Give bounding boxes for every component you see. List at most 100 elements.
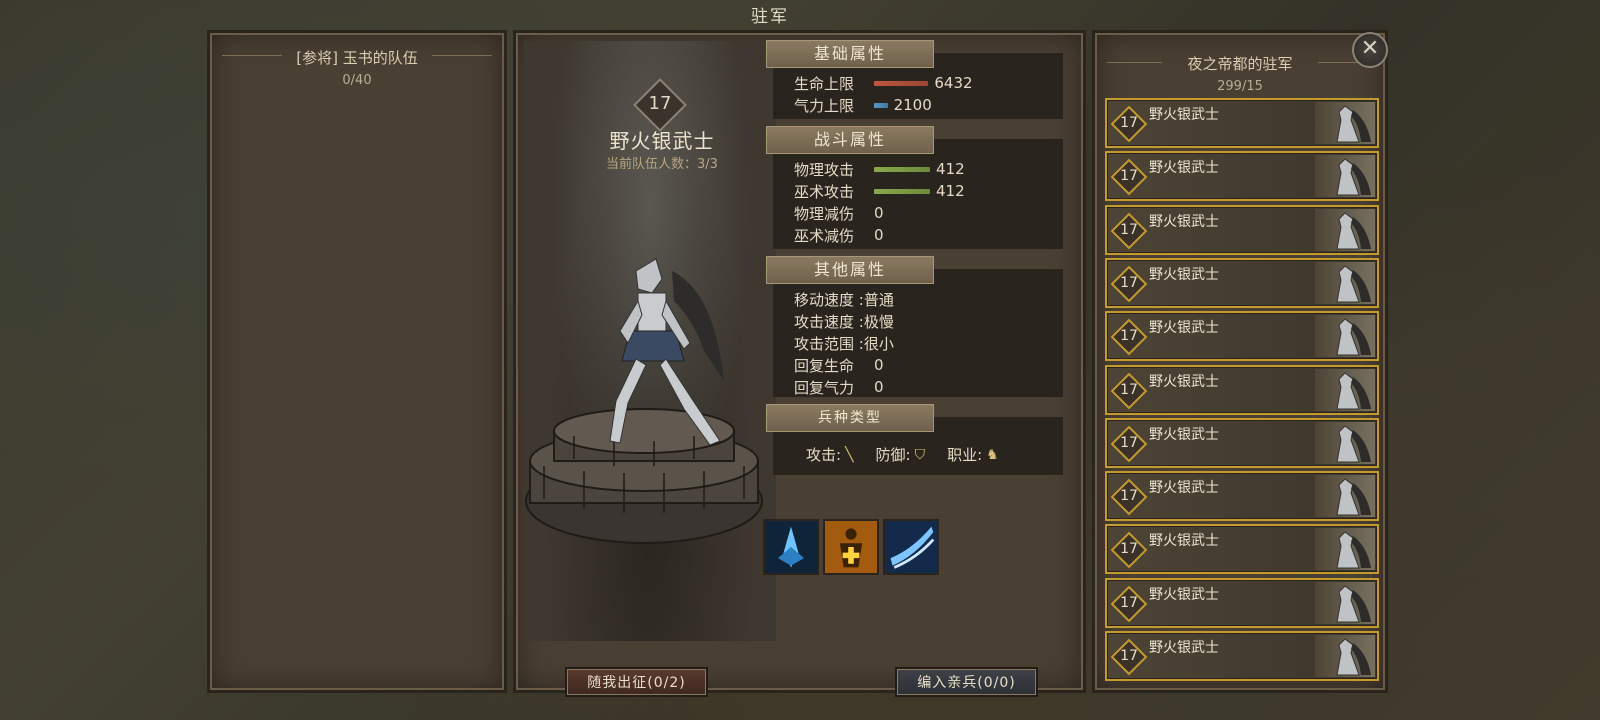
card-level: 17: [1120, 381, 1138, 398]
magic-atk-bar: [874, 188, 930, 194]
card-level: 17: [1120, 594, 1138, 611]
slash-icon[interactable]: [883, 519, 939, 575]
card-level: 17: [1120, 168, 1138, 185]
regen-hp-label: 回复生命: [794, 356, 855, 375]
card-level: 17: [1120, 541, 1138, 558]
magic-atk-value: 412: [936, 182, 965, 200]
regen-hp-row: 回复生命 0: [794, 354, 884, 376]
card-name: 野火银武士: [1149, 266, 1219, 283]
garrison-unit-card[interactable]: 17 野火银武士: [1105, 311, 1379, 362]
garrison-unit-card[interactable]: 17 野火银武士: [1105, 524, 1379, 575]
card-level: 17: [1120, 488, 1138, 505]
energy-label: 气力上限: [794, 96, 855, 115]
card-name: 野火银武士: [1149, 107, 1219, 123]
garrison-title: 夜之帝都的驻军: [1187, 55, 1293, 73]
attack-range-row: 攻击范围 :很小: [794, 334, 894, 353]
other-stats-block: 其他属性 移动速度 :普通 攻击速度 :极慢 攻击范围 :很小 回复生命 0 回…: [766, 256, 1063, 398]
card-name: 野火银武士: [1149, 480, 1219, 497]
window-title: 驻军: [751, 7, 789, 27]
phys-atk-row: 物理攻击 412: [794, 158, 965, 180]
attack-speed-row: 攻击速度 :极慢: [794, 312, 894, 331]
unit-detail-panel: 17 野火银武士 当前队伍人数：3/3 基础属性 生命上限 6432 气力上限 …: [513, 30, 1086, 697]
squad-title: [参将] 玉书的队伍: [296, 49, 418, 67]
card-name: 野火银武士: [1149, 533, 1219, 550]
card-level: 17: [1120, 115, 1138, 131]
garrison-unit-card[interactable]: 17 野火银武士: [1105, 98, 1379, 148]
defense-type-label: 防御:: [875, 446, 911, 464]
phys-def-row: 物理减伤 0: [794, 202, 884, 224]
close-button[interactable]: ✕: [1352, 32, 1388, 68]
card-name: 野火银武士: [1149, 426, 1219, 443]
ice-spike-icon[interactable]: [763, 519, 819, 575]
regen-energy-row: 回复气力 0: [794, 376, 884, 398]
card-level: 17: [1120, 648, 1138, 664]
garrison-unit-card[interactable]: 17 野火银武士: [1105, 417, 1379, 468]
attack-type-label: 攻击:: [806, 446, 842, 464]
card-level: 17: [1120, 221, 1138, 238]
combat-stats-block: 战斗属性 物理攻击 412 巫术攻击 412 物理减伤 0 巫术减伤 0: [766, 126, 1063, 249]
garrison-unit-card[interactable]: 17 野火银武士: [1105, 364, 1379, 415]
unit-portrait: [1315, 368, 1375, 411]
magic-def-row: 巫术减伤 0: [794, 224, 884, 246]
tab-basic-stats: 基础属性: [766, 40, 934, 68]
unit-portrait: [1315, 581, 1375, 624]
magic-def-label: 巫术减伤: [794, 226, 855, 245]
garrison-unit-card[interactable]: 17 野火银武士: [1105, 471, 1379, 522]
card-name: 野火银武士: [1149, 213, 1219, 230]
unit-portrait: [1315, 208, 1375, 251]
card-name: 野火银武士: [1149, 320, 1219, 337]
card-name: 野火银武士: [1149, 640, 1219, 656]
garrison-unit-card[interactable]: 17 野火银武士: [1105, 204, 1379, 255]
basic-stats-block: 基础属性 生命上限 6432 气力上限 2100: [766, 40, 1063, 119]
tab-troop-type: 兵种类型: [766, 404, 934, 432]
unit-level: 17: [648, 93, 672, 114]
garrison-panel: 夜之帝都的驻军 299/15 17 野火银武士 17 野火银武士 17 野火银武士 17 野火…: [1092, 30, 1388, 693]
assign-guard-button[interactable]: 编入亲兵(0/0): [895, 667, 1038, 697]
card-level: 17: [1120, 274, 1138, 291]
card-name: 野火银武士: [1149, 373, 1219, 390]
move-speed-row: 移动速度 :普通: [794, 290, 894, 309]
class-type[interactable]: 职业: ♞: [947, 444, 999, 465]
energy-bar: [874, 102, 888, 108]
squad-count: 0/40: [342, 73, 372, 88]
heal-aura-icon[interactable]: [823, 519, 879, 575]
phys-def-label: 物理减伤: [794, 204, 855, 223]
card-level: 17: [1120, 434, 1138, 451]
phys-atk-label: 物理攻击: [794, 160, 855, 179]
garrison-unit-card[interactable]: 17 野火银武士: [1105, 151, 1379, 202]
unit-portrait: [1315, 155, 1375, 198]
card-level: 17: [1120, 328, 1138, 345]
class-icon: ♞: [986, 446, 999, 463]
energy-value: 2100: [893, 96, 932, 114]
shield-icon: ⛉: [914, 446, 926, 463]
unit-portrait: [1315, 315, 1375, 358]
garrison-count: 299/15: [1217, 79, 1263, 94]
magic-atk-row: 巫术攻击 412: [794, 180, 965, 202]
unit-name: 野火银武士: [609, 129, 715, 153]
tab-combat-stats: 战斗属性: [766, 126, 934, 154]
squad-panel: [参将] 玉书的队伍 0/40: [207, 30, 507, 693]
hp-value: 6432: [934, 74, 973, 92]
follow-button[interactable]: 随我出征(0/2): [565, 667, 708, 697]
magic-def-value: 0: [874, 226, 884, 244]
regen-hp-value: 0: [874, 356, 884, 374]
phys-atk-value: 412: [936, 160, 965, 178]
close-icon: ✕: [1360, 36, 1380, 61]
phys-atk-bar: [874, 166, 930, 172]
card-name: 野火银武士: [1149, 160, 1219, 177]
unit-portrait: [1315, 261, 1375, 304]
attack-type[interactable]: 攻击: ╲: [806, 444, 854, 465]
unit-portrait: [1315, 635, 1375, 677]
garrison-unit-card[interactable]: 17 野火银武士: [1105, 257, 1379, 308]
defense-type[interactable]: 防御: ⛉: [876, 444, 926, 465]
squad-size-label: 当前队伍人数：3/3: [606, 157, 718, 172]
unit-portrait: [1315, 528, 1375, 571]
hp-bar: [874, 80, 929, 86]
magic-atk-label: 巫术攻击: [794, 182, 855, 201]
garrison-unit-card[interactable]: 17 野火银武士: [1105, 631, 1379, 681]
unit-model: [525, 258, 763, 544]
regen-energy-value: 0: [874, 378, 884, 396]
garrison-unit-card[interactable]: 17 野火银武士: [1105, 577, 1379, 628]
unit-portrait: [1315, 102, 1375, 144]
sword-icon: ╲: [845, 446, 854, 463]
